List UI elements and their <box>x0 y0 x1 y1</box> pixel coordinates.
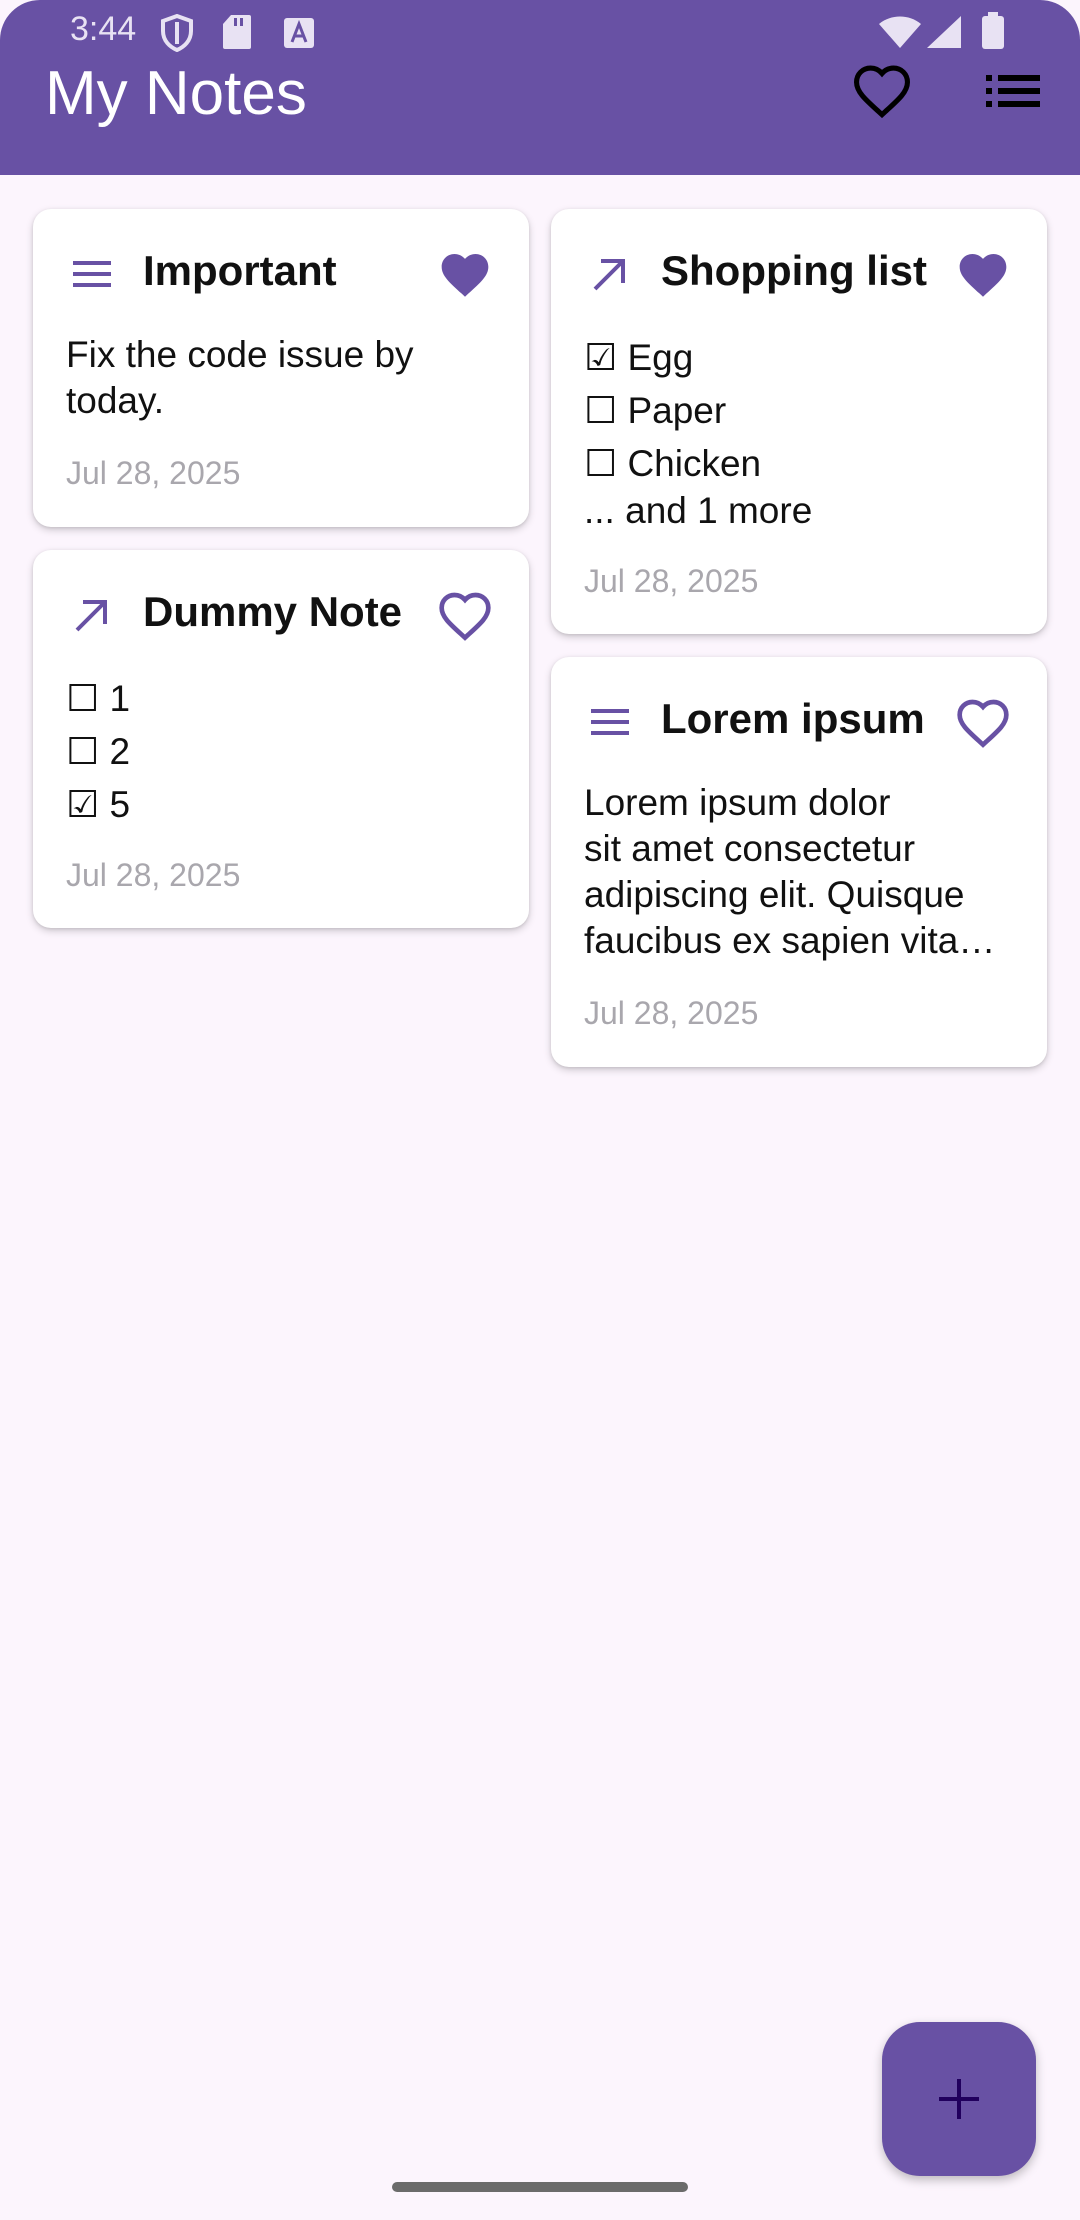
text-lines-icon <box>585 697 635 747</box>
checklist-item: ☑ 5 <box>66 784 131 825</box>
checklist-item: ☐ Chicken <box>584 443 762 484</box>
note-date: Jul 28, 2025 <box>584 995 759 1031</box>
note-title: Dummy Note <box>143 588 403 635</box>
note-body-line: Lorem ipsum dolor <box>584 782 891 823</box>
note-date: Jul 28, 2025 <box>66 455 241 491</box>
text-lines-icon <box>67 249 117 299</box>
heart-outline-icon <box>439 592 491 641</box>
page-title: My Notes <box>45 59 307 128</box>
heart-outline-icon <box>853 65 911 119</box>
note-body-line: faucibus ex sapien vita… <box>584 920 996 961</box>
note-date: Jul 28, 2025 <box>584 563 759 599</box>
note-title: Important <box>143 247 337 294</box>
cell-signal-icon <box>926 15 962 54</box>
favorite-toggle[interactable] <box>437 590 493 646</box>
checklist-more: ... and 1 more <box>584 490 813 531</box>
checklist-item: ☐ 1 <box>66 678 131 719</box>
heart-outline-icon <box>957 699 1009 748</box>
sd-card-icon <box>222 14 252 55</box>
wifi-icon <box>878 15 922 54</box>
note-title: Shopping list <box>661 247 927 294</box>
status-time: 3:44 <box>70 10 137 48</box>
arrow-up-right-icon <box>585 249 635 299</box>
note-body-line: Fix the code issue by <box>66 334 414 375</box>
note-body-line: sit amet consectetur <box>584 828 916 869</box>
list-view-button[interactable] <box>978 56 1048 126</box>
note-title: Lorem ipsum <box>661 695 925 742</box>
checklist: ☑ Egg ☐ Paper ☐ Chicken ... and 1 more <box>584 331 1017 532</box>
note-card-shopping-list[interactable]: Shopping list ☑ Egg ☐ Paper ☐ Chicken ..… <box>551 209 1047 634</box>
note-card-important[interactable]: Important Fix the code issue by today. J… <box>33 209 529 527</box>
app-bar: 3:44 My Notes <box>0 0 1080 175</box>
note-body: Lorem ipsum dolor sit amet consectetur a… <box>584 780 1017 964</box>
note-body: Fix the code issue by today. <box>66 332 499 424</box>
checklist-item: ☐ Paper <box>584 390 727 431</box>
heart-filled-icon <box>959 254 1007 297</box>
note-body-line: adipiscing elit. Quisque <box>584 874 965 915</box>
arrow-up-right-icon <box>67 590 117 640</box>
battery-icon <box>981 12 1005 55</box>
shield-icon <box>160 13 194 57</box>
favorite-toggle[interactable] <box>437 249 493 305</box>
note-card-dummy-note[interactable]: Dummy Note ☐ 1 ☐ 2 ☑ 5 Jul 28, 2025 <box>33 550 529 928</box>
status-bar: 3:44 <box>0 0 1080 64</box>
checklist-item: ☐ 2 <box>66 731 131 772</box>
note-body-line: today. <box>66 380 165 421</box>
plus-icon <box>939 2079 979 2119</box>
heart-filled-icon <box>441 254 489 297</box>
checklist: ☐ 1 ☐ 2 ☑ 5 <box>66 672 499 831</box>
favorites-button[interactable] <box>847 56 917 126</box>
note-date: Jul 28, 2025 <box>66 857 241 893</box>
note-card-lorem-ipsum[interactable]: Lorem ipsum Lorem ipsum dolor sit amet c… <box>551 657 1047 1067</box>
home-indicator[interactable] <box>392 2182 688 2192</box>
list-view-icon <box>986 75 1040 107</box>
favorite-toggle[interactable] <box>955 697 1011 753</box>
favorite-toggle[interactable] <box>955 249 1011 305</box>
font-a-icon <box>283 17 315 54</box>
add-note-button[interactable] <box>882 2022 1036 2176</box>
checklist-item: ☑ Egg <box>584 337 694 378</box>
